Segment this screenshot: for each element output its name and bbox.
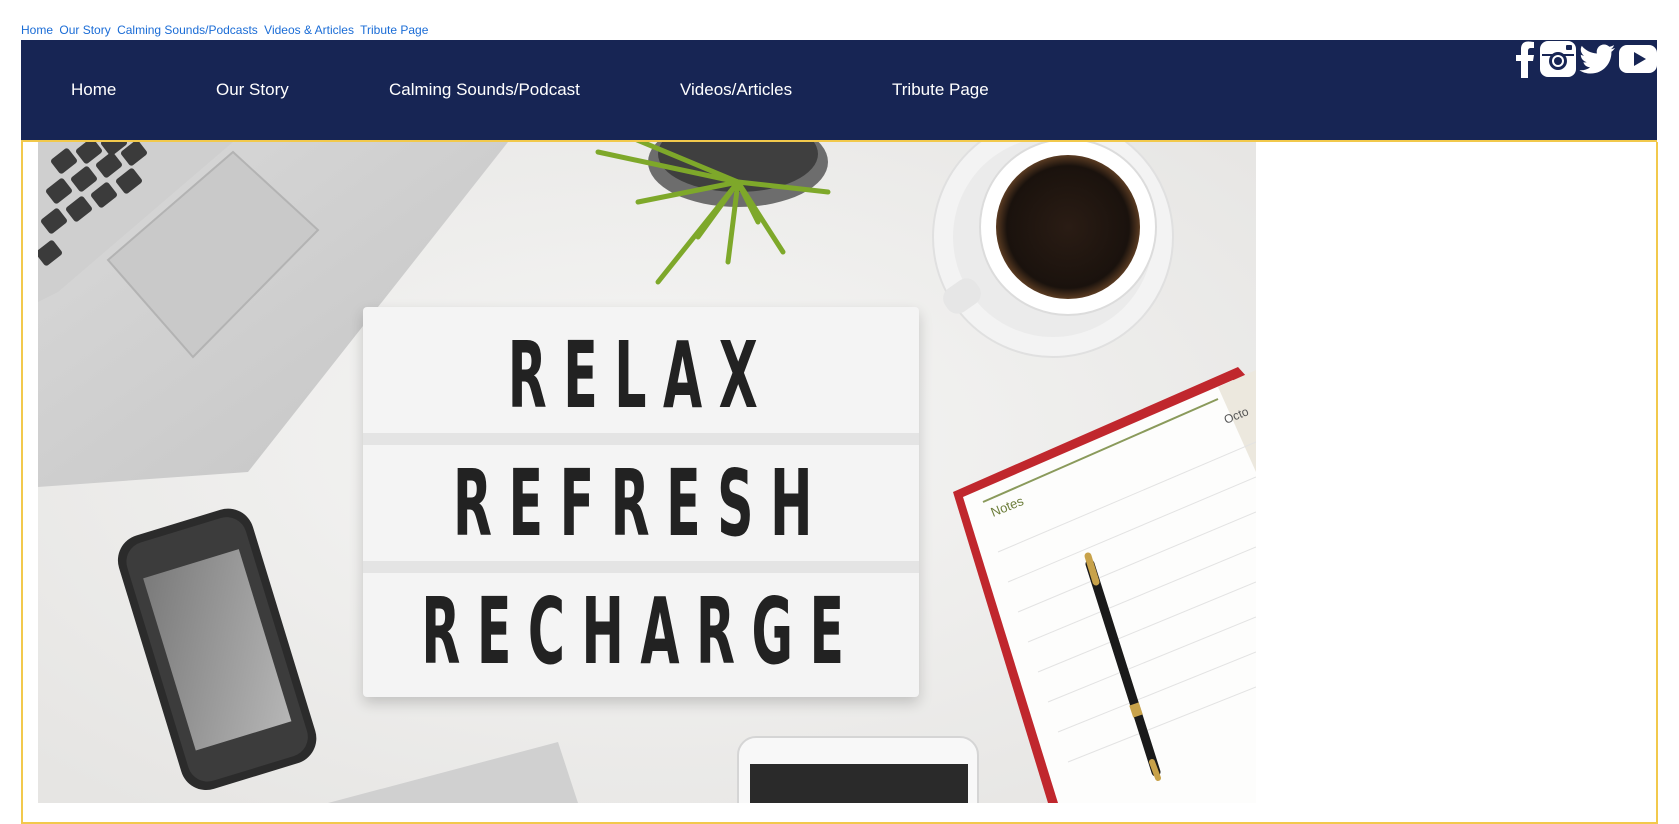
social-icons — [1511, 40, 1657, 78]
top-link-home[interactable]: Home — [21, 23, 53, 37]
top-link-our-story[interactable]: Our Story — [59, 23, 110, 37]
lightbox-divider — [363, 433, 919, 445]
lightbox-divider — [363, 561, 919, 573]
twitter-icon[interactable] — [1579, 40, 1617, 83]
lightbox-sign: RELAX REFRESH RECHARGE — [363, 307, 919, 697]
lightbox-line-recharge: RECHARGE — [421, 577, 861, 685]
lightbox-line-relax: RELAX — [507, 321, 775, 429]
top-text-links: Home Our Story Calming Sounds/Podcasts V… — [21, 23, 431, 37]
top-link-tribute-page[interactable]: Tribute Page — [360, 23, 428, 37]
nav-item-calming-sounds[interactable]: Calming Sounds/Podcast — [389, 80, 580, 100]
nav-item-tribute-page[interactable]: Tribute Page — [892, 80, 989, 100]
lightbox-line-refresh: REFRESH — [453, 449, 829, 557]
nav-item-home[interactable]: Home — [71, 80, 116, 100]
main-navbar: Home Our Story Calming Sounds/Podcast Vi… — [21, 40, 1657, 142]
youtube-icon[interactable] — [1619, 40, 1657, 83]
instagram-icon[interactable] — [1539, 40, 1577, 83]
top-link-calming-sounds[interactable]: Calming Sounds/Podcasts — [117, 23, 258, 37]
facebook-icon[interactable] — [1513, 40, 1537, 83]
nav-item-videos-articles[interactable]: Videos/Articles — [680, 80, 792, 100]
hero-image: Notes Octo RELAX REFRESH RECHARGE — [38, 142, 1256, 803]
top-link-videos-articles[interactable]: Videos & Articles — [264, 23, 354, 37]
nav-item-our-story[interactable]: Our Story — [216, 80, 289, 100]
